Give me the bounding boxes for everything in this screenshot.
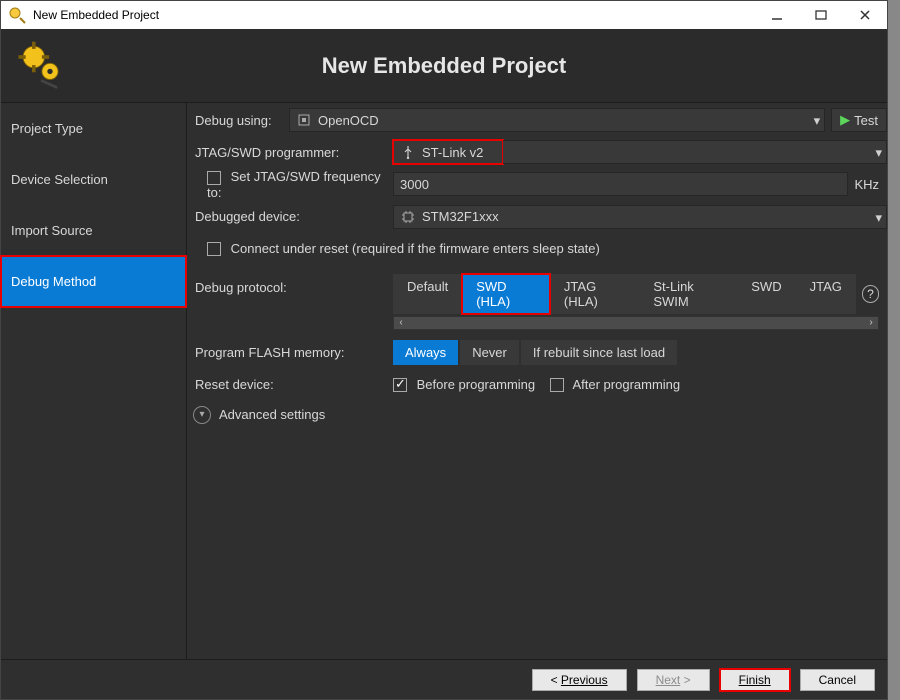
programmer-value: ST-Link v2 [422, 145, 483, 160]
minimize-button[interactable] [755, 1, 799, 29]
wizard-sidebar: Project Type Device Selection Import Sou… [1, 103, 187, 659]
reset-after-label: After programming [572, 377, 680, 392]
advanced-expander[interactable]: ▾ Advanced settings [193, 406, 887, 424]
sidebar-item-debug-method[interactable]: Debug Method [1, 256, 186, 307]
usb-icon [400, 144, 416, 160]
frequency-unit: KHz [854, 177, 887, 192]
flash-options: Always Never If rebuilt since last load [393, 340, 679, 365]
protocol-tab-swd-hla[interactable]: SWD (HLA) [462, 274, 550, 314]
scroll-right-arrow-icon[interactable]: › [864, 317, 878, 328]
frequency-input[interactable]: 3000 [393, 172, 848, 196]
dialog-title: New Embedded Project [81, 53, 807, 79]
protocol-scrollbar[interactable]: ‹ › [393, 316, 879, 330]
maximize-button[interactable] [799, 1, 843, 29]
protocol-tab-swd[interactable]: SWD [737, 274, 795, 314]
protocol-tab-default[interactable]: Default [393, 274, 462, 314]
play-icon: ▶ [840, 112, 850, 128]
test-button[interactable]: ▶ Test [831, 108, 887, 132]
wizard-footer: < Previous Next > Finish Cancel [1, 659, 887, 699]
protocol-tabs: Default SWD (HLA) JTAG (HLA) St-Link SWI… [393, 274, 856, 314]
protocol-label: Debug protocol: [193, 274, 393, 295]
next-button[interactable]: Next > [637, 669, 710, 691]
dialog-window: New Embedded Project [0, 0, 888, 700]
programmer-label: JTAG/SWD programmer: [193, 145, 393, 160]
device-label: Debugged device: [193, 209, 393, 224]
flash-option-always[interactable]: Always [393, 340, 458, 365]
flash-label: Program FLASH memory: [193, 345, 393, 360]
chip-icon [400, 209, 416, 225]
set-frequency-checkbox[interactable] [207, 171, 221, 185]
reset-before-label: Before programming [417, 377, 536, 392]
chevron-down-icon: ▾ [875, 210, 882, 226]
flash-option-never[interactable]: Never [460, 340, 519, 365]
sidebar-item-import-source[interactable]: Import Source [1, 205, 186, 256]
window-title: New Embedded Project [33, 8, 159, 22]
connect-reset-checkbox[interactable] [207, 242, 221, 256]
previous-button[interactable]: < Previous [532, 669, 627, 691]
protocol-tab-stlink-swim[interactable]: St-Link SWIM [639, 274, 737, 314]
titlebar: New Embedded Project [1, 1, 887, 29]
sidebar-item-device-selection[interactable]: Device Selection [1, 154, 186, 205]
scroll-left-arrow-icon[interactable]: ‹ [394, 317, 408, 328]
programmer-select-ext[interactable]: ▾ [503, 140, 887, 164]
reset-before-checkbox[interactable] [393, 378, 407, 392]
chevron-down-icon: ▾ [193, 406, 211, 424]
programmer-select[interactable]: ST-Link v2 [393, 140, 503, 164]
app-icon [7, 5, 27, 25]
set-frequency-label: Set JTAG/SWD frequency to: [207, 169, 381, 200]
finish-button[interactable]: Finish [720, 669, 790, 691]
advanced-label: Advanced settings [219, 407, 325, 422]
flash-option-if-rebuilt[interactable]: If rebuilt since last load [521, 340, 677, 365]
settings-panel: Debug using: OpenOCD ▾ ▶ Test JTAG/SWD p… [187, 103, 887, 659]
device-value: STM32F1xxx [422, 209, 499, 224]
reset-after-checkbox[interactable] [550, 378, 564, 392]
protocol-tab-jtag-hla[interactable]: JTAG (HLA) [550, 274, 639, 314]
cancel-button[interactable]: Cancel [800, 669, 875, 691]
chevron-down-icon: ▾ [875, 145, 882, 161]
device-select[interactable]: STM32F1xxx ▾ [393, 205, 887, 229]
debug-using-value: OpenOCD [318, 113, 379, 128]
debug-using-label: Debug using: [193, 113, 289, 128]
dialog-body: Project Type Device Selection Import Sou… [1, 103, 887, 659]
gears-icon [1, 36, 81, 96]
close-button[interactable] [843, 1, 887, 29]
connect-reset-label: Connect under reset (required if the fir… [231, 241, 600, 256]
reset-label: Reset device: [193, 377, 393, 392]
chevron-down-icon: ▾ [814, 113, 821, 129]
sidebar-item-project-type[interactable]: Project Type [1, 103, 186, 154]
help-icon[interactable]: ? [862, 285, 879, 303]
protocol-tab-jtag[interactable]: JTAG [796, 274, 856, 314]
dialog-header: New Embedded Project [1, 29, 887, 103]
openocd-icon [296, 112, 312, 128]
debug-using-select[interactable]: OpenOCD ▾ [289, 108, 825, 132]
